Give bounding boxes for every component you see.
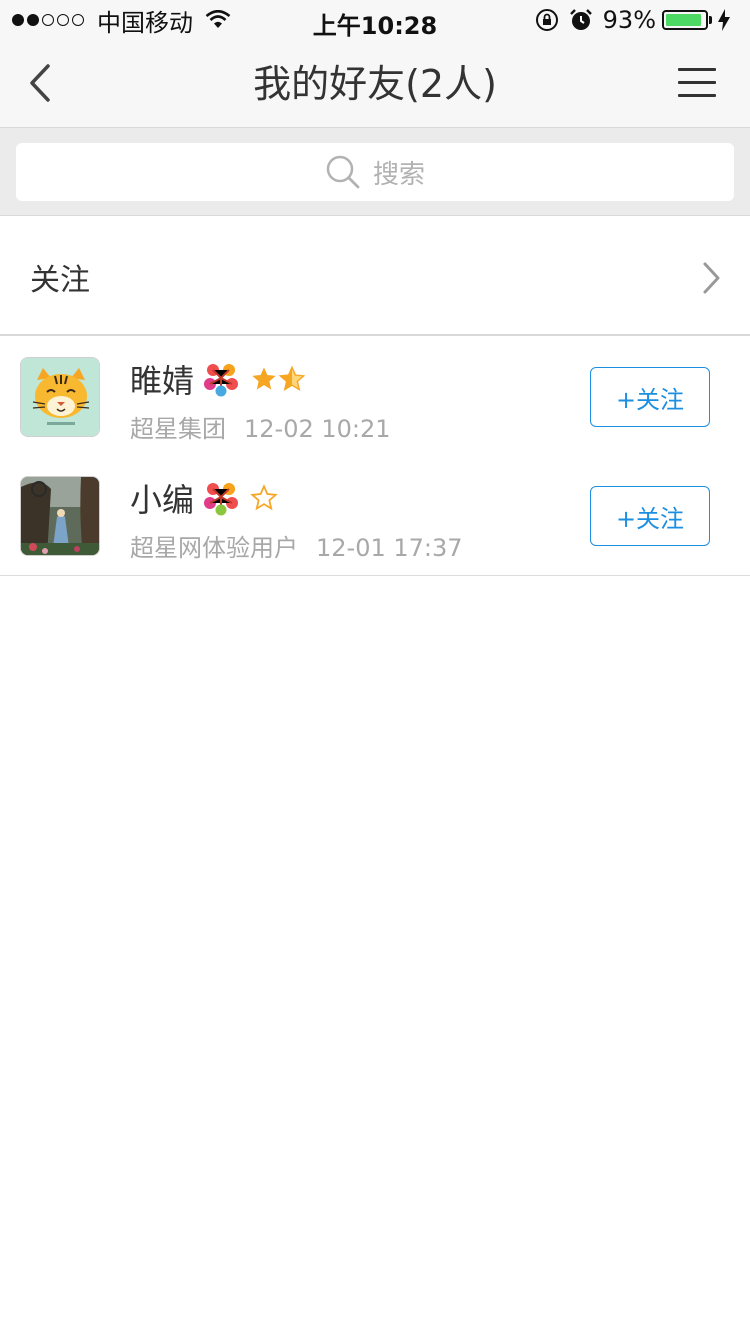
search-icon	[326, 155, 360, 189]
friend-name: 睢婧	[130, 362, 195, 400]
medal-center	[215, 385, 227, 397]
forest-scene-avatar-image	[21, 477, 99, 555]
battery-icon	[662, 10, 712, 30]
star-half-icon	[278, 365, 306, 391]
flower-medal-icon	[204, 483, 239, 516]
tiger-avatar-image	[21, 358, 99, 436]
avatar[interactable]	[20, 357, 100, 437]
medal-center	[215, 504, 227, 516]
star-empty-icon	[250, 484, 278, 511]
friend-group: 超星网体验用户	[130, 534, 298, 562]
friend-name-line: 小编	[130, 476, 278, 520]
friend-time: 12-01 17:37	[316, 534, 463, 562]
nav-bar: 我的好友(2人)	[0, 40, 750, 128]
flower-medal-icon	[204, 364, 239, 397]
friend-group: 超星集团	[130, 415, 226, 443]
friend-meta: 超星网体验用户 12-01 17:37	[130, 528, 463, 563]
friend-time: 12-02 10:21	[244, 415, 391, 443]
alarm-icon	[569, 9, 592, 30]
rotation-lock-icon	[535, 9, 558, 31]
search-placeholder: 搜索	[372, 159, 425, 190]
page-title: 我的好友(2人)	[253, 62, 497, 106]
battery-percent: 93%	[602, 6, 656, 34]
friend-row[interactable]: 小编 超星网体验用户 12-01 17:37 +关注	[0, 456, 750, 576]
star-rating	[250, 484, 278, 512]
follow-label: 关注	[30, 263, 90, 298]
search-input[interactable]: 搜索	[16, 143, 734, 201]
friend-name: 小编	[130, 481, 195, 519]
status-right: 93%	[535, 6, 740, 34]
battery-fill	[666, 14, 702, 26]
star-full-icon	[252, 367, 276, 390]
friend-row[interactable]: 睢婧 超星集团 12-02 10:21 +关注	[0, 337, 750, 457]
status-bar: 中国移动 上午10:28 93%	[0, 0, 750, 40]
avatar[interactable]	[20, 476, 100, 556]
follow-button[interactable]: +关注	[590, 367, 710, 427]
chevron-right-icon	[703, 262, 720, 294]
friend-name-line: 睢婧	[130, 357, 306, 401]
star-rating	[250, 365, 306, 393]
follow-list-entry[interactable]: 关注	[0, 217, 750, 336]
friend-meta: 超星集团 12-02 10:21	[130, 409, 391, 444]
charging-bolt-icon	[718, 9, 730, 31]
follow-button[interactable]: +关注	[590, 486, 710, 546]
menu-icon[interactable]	[678, 68, 716, 98]
search-area: 搜索	[0, 128, 750, 216]
